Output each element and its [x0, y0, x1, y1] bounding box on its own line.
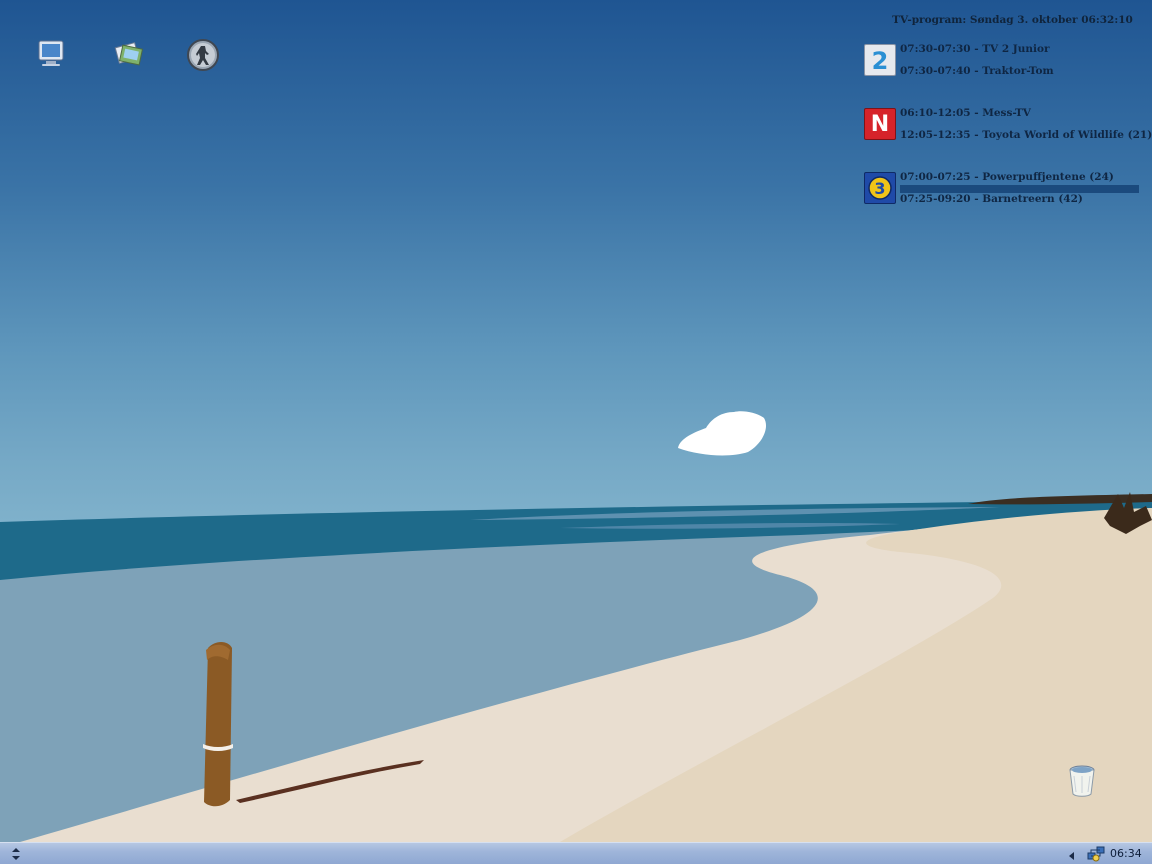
desktop: TV-program: Søndag 3. oktober 06:32:10 2…	[0, 0, 1152, 842]
tv-program-widget: TV-program: Søndag 3. oktober 06:32:10 2…	[860, 12, 1152, 222]
nrk-logo-text: N	[870, 111, 890, 137]
network-status-icon[interactable]	[1086, 844, 1106, 862]
program-item[interactable]: 07:25-09:20 - Barnetreern (42)	[900, 191, 1083, 207]
counter-strike-icon[interactable]	[185, 37, 221, 73]
tv3-logo-text: 3	[874, 179, 885, 198]
photos-icon[interactable]	[110, 35, 146, 71]
my-computer-icon[interactable]	[33, 35, 69, 71]
channel-tv2[interactable]: 2 07:30-07:30 - TV 2 Junior 07:30-07:40 …	[860, 41, 1145, 94]
tv-program-title: TV-program: Søndag 3. oktober 06:32:10	[892, 14, 1133, 26]
program-item[interactable]: 12:05-12:35 - Toyota World of Wildlife (…	[900, 127, 1152, 143]
tv2-logo-icon: 2	[864, 44, 896, 76]
taskbar: 06:34	[0, 842, 1152, 864]
tv3-logo-icon: 3	[864, 172, 896, 204]
program-item[interactable]: 07:30-07:30 - TV 2 Junior	[900, 41, 1050, 57]
trash-icon[interactable]	[1066, 762, 1098, 798]
program-item[interactable]: 07:30-07:40 - Traktor-Tom	[900, 63, 1054, 79]
taskbar-clock[interactable]: 06:34	[1110, 845, 1142, 863]
tv2-logo-text: 2	[872, 47, 889, 73]
channel-nrk[interactable]: N 06:10-12:05 - Mess-TV 12:05-12:35 - To…	[860, 105, 1152, 158]
program-item[interactable]: 06:10-12:05 - Mess-TV	[900, 105, 1031, 121]
tray-collapse-arrow-icon[interactable]	[1066, 847, 1078, 860]
taskbar-scroll-arrows-icon[interactable]	[8, 845, 24, 863]
nrk-logo-icon: N	[864, 108, 896, 140]
system-tray: 06:34	[1062, 843, 1152, 864]
program-item[interactable]: 07:00-07:25 - Powerpuffjentene (24)	[900, 169, 1114, 185]
channel-tv3[interactable]: 3 07:00-07:25 - Powerpuffjentene (24) 07…	[860, 169, 1145, 222]
